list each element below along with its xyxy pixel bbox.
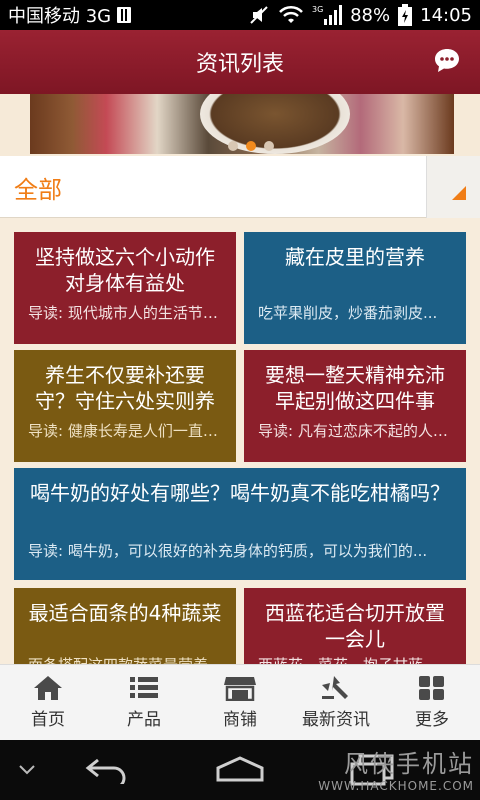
watermark: 风侠手机站 WWW.HACKHOME.COM <box>318 744 474 793</box>
article-lead: 导读: 现代城市人的生活节奏快... <box>28 304 222 322</box>
tab-products[interactable]: 产品 <box>96 665 192 740</box>
tab-home[interactable]: 首页 <box>0 665 96 740</box>
page-title: 资讯列表 <box>195 52 284 77</box>
battery-charging-icon <box>398 4 413 26</box>
news-icon <box>322 676 348 699</box>
tab-label: 更多 <box>415 710 449 730</box>
tab-more[interactable]: 更多 <box>384 665 480 740</box>
wifi-icon <box>278 5 304 25</box>
article-card[interactable]: 藏在皮里的营养 吃苹果削皮，炒番茄剥皮... <box>244 232 466 344</box>
bottom-tab-bar: 首页 产品 商铺 最新资讯 更多 <box>0 664 480 740</box>
carrier-label: 中国移动 3G <box>8 6 112 27</box>
article-lead: 导读: 凡有过恋床不起的人都知道... <box>258 422 452 440</box>
system-nav-bar: 风侠手机站 WWW.HACKHOME.COM <box>0 740 480 800</box>
tab-shop[interactable]: 商铺 <box>192 665 288 740</box>
keyboard-hide-icon[interactable] <box>18 764 36 776</box>
category-filter[interactable]: 全部 <box>0 156 480 218</box>
clock: 14:05 <box>420 4 472 26</box>
watermark-name: 风侠手机站 <box>344 750 474 778</box>
article-card[interactable]: 坚持做这六个小动作对身体有益处 导读: 现代城市人的生活节奏快... <box>14 232 236 344</box>
category-dropdown-button[interactable] <box>426 156 480 218</box>
back-icon[interactable] <box>84 754 132 784</box>
tab-label: 产品 <box>127 710 161 730</box>
article-card-wide[interactable]: 喝牛奶的好处有哪些？喝牛奶真不能吃柑橘吗？ 导读: 喝牛奶，可以很好的补充身体的… <box>14 468 466 580</box>
home-nav-icon[interactable] <box>214 754 266 784</box>
carousel-dot <box>228 141 238 151</box>
carousel-dot-active <box>246 141 256 151</box>
chat-bubble-icon[interactable] <box>432 46 462 76</box>
carrier: 中国移动 3G <box>8 2 132 28</box>
tab-label: 首页 <box>31 710 65 730</box>
category-label[interactable]: 全部 <box>14 170 62 205</box>
article-title: 喝牛奶的好处有哪些？喝牛奶真不能吃柑橘吗？ <box>30 481 450 505</box>
carousel-indicator <box>228 141 274 151</box>
tab-news[interactable]: 最新资讯 <box>288 665 384 740</box>
list-icon <box>130 677 158 698</box>
tab-label: 商铺 <box>223 710 257 730</box>
home-icon <box>34 676 62 700</box>
tab-label: 最新资讯 <box>302 710 370 730</box>
signal-icon: 3G <box>312 4 343 26</box>
watermark-url: WWW.HACKHOME.COM <box>318 779 474 793</box>
article-title: 最适合面条的4种蔬菜 <box>28 601 222 625</box>
article-title: 西蓝花适合切开放置一会儿 <box>265 601 445 651</box>
mute-icon <box>248 4 270 26</box>
article-title: 要想一整天精神充沛早起别做这四件事 <box>265 363 445 413</box>
shop-icon <box>224 677 256 701</box>
carousel-dot <box>264 141 274 151</box>
battery-percent: 88% <box>350 4 391 26</box>
article-lead: 导读: 健康长寿是人们一直追求的... <box>28 422 222 440</box>
dropdown-triangle-icon <box>452 186 466 200</box>
app-header: 资讯列表 <box>0 30 480 94</box>
network-type-label: 3G <box>312 5 323 14</box>
sim-card-icon <box>117 7 132 23</box>
article-title: 坚持做这六个小动作对身体有益处 <box>35 245 215 295</box>
article-lead: 导读: 喝牛奶，可以很好的补充身体的钙质，可以为我们的... <box>28 542 428 560</box>
article-card[interactable]: 要想一整天精神充沛早起别做这四件事 导读: 凡有过恋床不起的人都知道... <box>244 350 466 462</box>
soup-bowl-image <box>200 94 350 154</box>
article-card[interactable]: 养生不仅要补还要守？守住六处实则养 导读: 健康长寿是人们一直追求的... <box>14 350 236 462</box>
article-title: 养生不仅要补还要守？守住六处实则养 <box>35 363 215 413</box>
grid-icon <box>419 676 444 700</box>
article-lead: 吃苹果削皮，炒番茄剥皮... <box>258 304 438 322</box>
status-bar: 中国移动 3G 3G 88% 14:05 <box>0 0 480 30</box>
article-title: 藏在皮里的营养 <box>285 245 425 269</box>
